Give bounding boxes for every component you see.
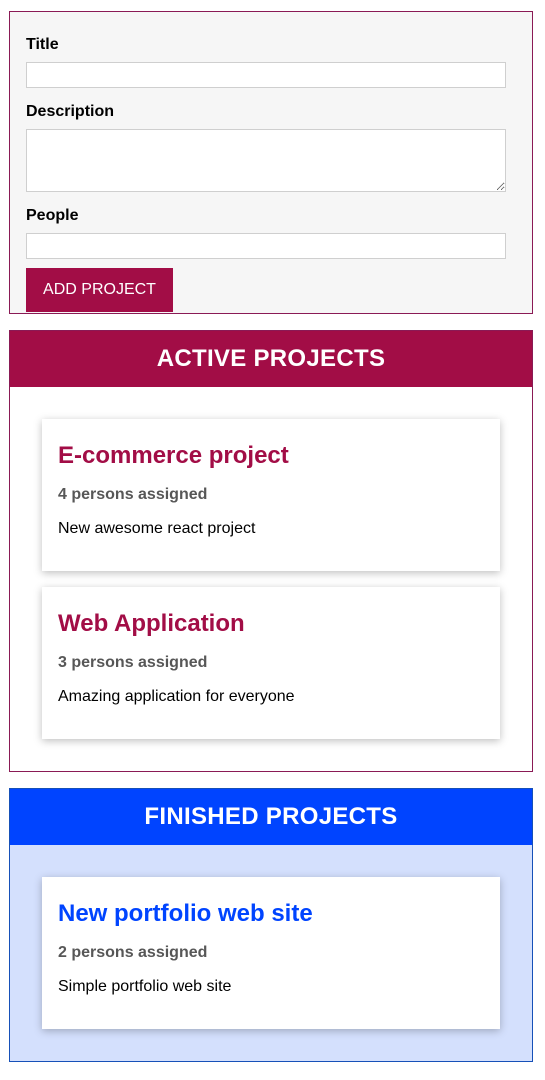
project-title: New portfolio web site: [58, 900, 313, 927]
description-label: Description: [26, 103, 115, 120]
project-form: Title Description People ADD PROJECT: [9, 11, 533, 314]
project-description: Amazing application for everyone: [58, 688, 295, 705]
project-description: Simple portfolio web site: [58, 978, 232, 995]
project-people: 3 persons assigned: [58, 654, 208, 671]
project-description: New awesome react project: [58, 520, 256, 537]
project-card[interactable]: New portfolio web site 2 persons assigne…: [42, 877, 500, 1029]
add-project-button[interactable]: ADD PROJECT: [26, 268, 173, 312]
people-input[interactable]: [26, 233, 506, 259]
description-textarea[interactable]: [26, 129, 506, 192]
finished-projects-list: FINISHED PROJECTS New portfolio web site…: [9, 788, 533, 1062]
project-title: E-commerce project: [58, 442, 289, 469]
title-input[interactable]: [26, 62, 506, 88]
project-card[interactable]: Web Application 3 persons assigned Amazi…: [42, 587, 500, 739]
people-label: People: [26, 207, 79, 224]
finished-projects-header: FINISHED PROJECTS: [10, 789, 532, 845]
project-people: 4 persons assigned: [58, 486, 208, 503]
active-projects-header: ACTIVE PROJECTS: [10, 331, 532, 387]
project-title: Web Application: [58, 610, 245, 637]
project-people: 2 persons assigned: [58, 944, 208, 961]
active-projects-list: ACTIVE PROJECTS E-commerce project 4 per…: [9, 330, 533, 772]
project-card[interactable]: E-commerce project 4 persons assigned Ne…: [42, 419, 500, 571]
title-label: Title: [26, 36, 59, 53]
